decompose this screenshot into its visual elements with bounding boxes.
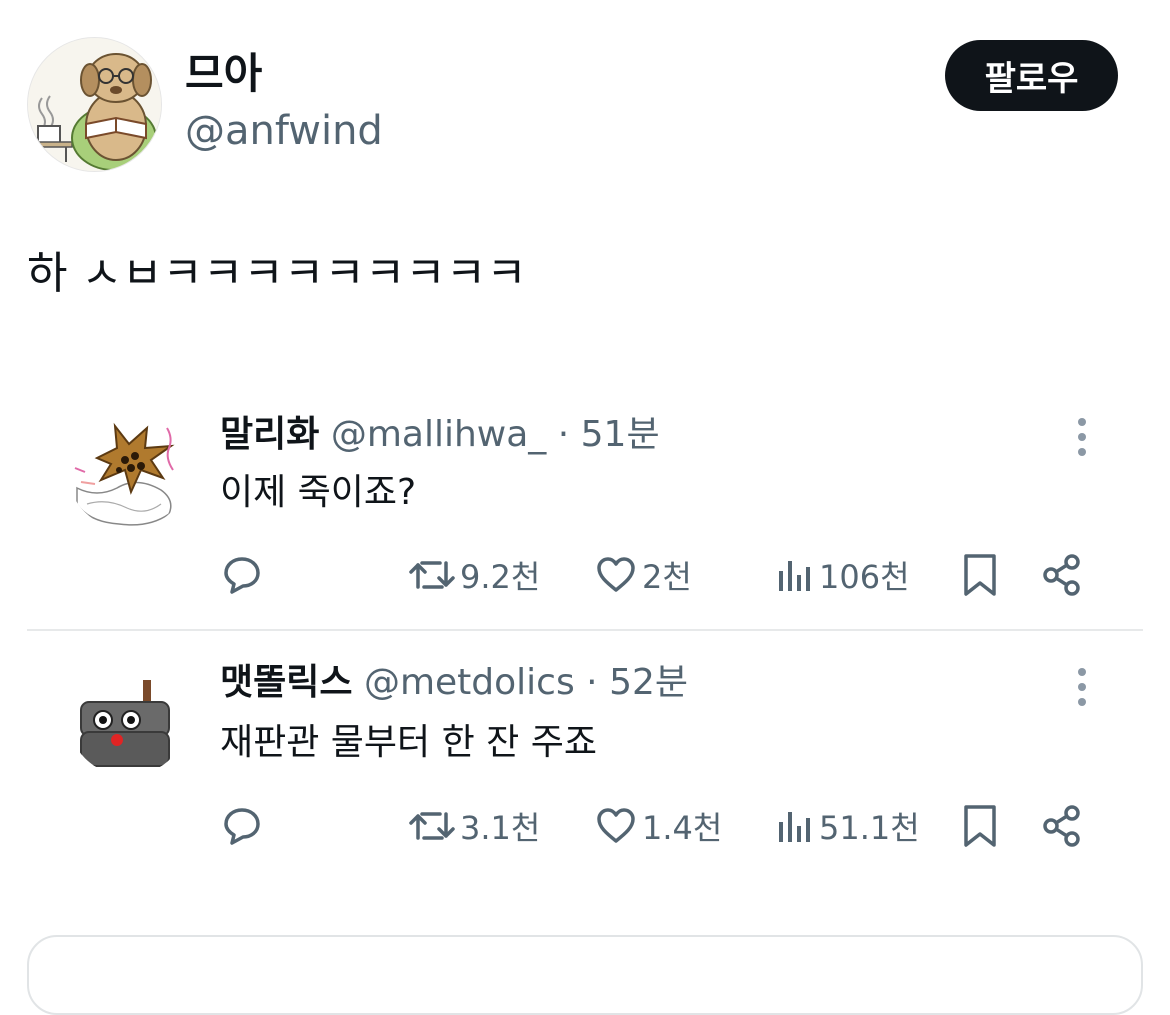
- follow-button[interactable]: 팔로우: [945, 40, 1118, 111]
- reply-button[interactable]: [220, 549, 264, 601]
- share-icon: [1043, 805, 1080, 847]
- heart-icon: [597, 557, 635, 592]
- reply-header: 맷똘릭스 @metdolics · 52분: [220, 660, 688, 706]
- share-button[interactable]: [1040, 549, 1084, 601]
- reply-divider: [27, 629, 1143, 631]
- tweet-header: 므아 @anfwind 팔로우: [0, 0, 1170, 190]
- reply-avatar[interactable]: [67, 408, 189, 530]
- more-vertical-icon[interactable]: [1071, 416, 1093, 458]
- reply-avatar[interactable]: [67, 654, 189, 776]
- retweet-count: 3.1천: [460, 809, 541, 847]
- more-vertical-icon[interactable]: [1071, 666, 1093, 708]
- reply-compose-box[interactable]: [27, 935, 1143, 1015]
- author-handle[interactable]: @anfwind: [185, 106, 383, 156]
- reply-timestamp[interactable]: 52분: [609, 662, 688, 703]
- views-button[interactable]: 106천: [775, 549, 910, 601]
- robot-avatar-image: [67, 654, 189, 776]
- reply-actions: 9.2천 2천 106천: [220, 549, 1120, 601]
- like-button[interactable]: 1.4천: [594, 800, 722, 852]
- reply-timestamp[interactable]: 51분: [581, 414, 660, 455]
- retweet-count: 9.2천: [460, 558, 541, 596]
- separator-dot: ·: [586, 662, 598, 703]
- author-display-name[interactable]: 므아: [185, 48, 262, 100]
- reply-author-name[interactable]: 맷똘릭스: [220, 662, 352, 703]
- views-count: 51.1천: [819, 809, 920, 847]
- bookmark-button[interactable]: [960, 549, 1000, 601]
- reply-header: 말리화 @mallihwa_ · 51분: [220, 412, 660, 458]
- reply-text: 이제 죽이죠?: [220, 472, 417, 513]
- separator-dot: ·: [557, 414, 570, 455]
- bar-chart-icon: [779, 812, 810, 842]
- like-button[interactable]: 2천: [594, 549, 692, 601]
- like-count: 1.4천: [642, 809, 723, 847]
- speech-bubble-icon: [224, 808, 260, 845]
- tweet-text: 하 ㅅㅂㅋㅋㅋㅋㅋㅋㅋㅋㅋ: [27, 248, 527, 299]
- like-count: 2천: [642, 558, 692, 596]
- sketch-avatar-image: [67, 408, 189, 530]
- retweet-button[interactable]: 9.2천: [408, 549, 540, 601]
- reply-button[interactable]: [220, 800, 264, 852]
- speech-bubble-icon: [224, 557, 260, 594]
- retweet-button[interactable]: 3.1천: [408, 800, 540, 852]
- views-count: 106천: [819, 558, 910, 596]
- reply-author-handle[interactable]: @mallihwa_: [331, 414, 546, 455]
- heart-icon: [597, 808, 635, 843]
- reply-author-handle[interactable]: @metdolics: [364, 662, 575, 703]
- reply-item[interactable]: 맷똘릭스 @metdolics · 52분 재판관 물부터 한 잔 주죠 3.1…: [27, 640, 1143, 870]
- share-button[interactable]: [1040, 800, 1084, 852]
- reply-item[interactable]: 말리화 @mallihwa_ · 51분 이제 죽이죠? 9.2천 2천 106…: [27, 394, 1143, 628]
- reply-actions: 3.1천 1.4천 51.1천: [220, 800, 1120, 852]
- bookmark-icon: [964, 554, 996, 596]
- author-avatar[interactable]: [27, 37, 162, 172]
- bar-chart-icon: [779, 561, 810, 591]
- bookmark-icon: [964, 805, 996, 847]
- views-button[interactable]: 51.1천: [775, 800, 920, 852]
- retweet-icon: [409, 561, 455, 589]
- reply-text: 재판관 물부터 한 잔 주죠: [220, 722, 597, 763]
- share-icon: [1043, 554, 1080, 596]
- retweet-icon: [409, 812, 455, 840]
- reply-author-name[interactable]: 말리화: [220, 414, 319, 455]
- dog-reading-avatar-image: [28, 38, 161, 171]
- bookmark-button[interactable]: [960, 800, 1000, 852]
